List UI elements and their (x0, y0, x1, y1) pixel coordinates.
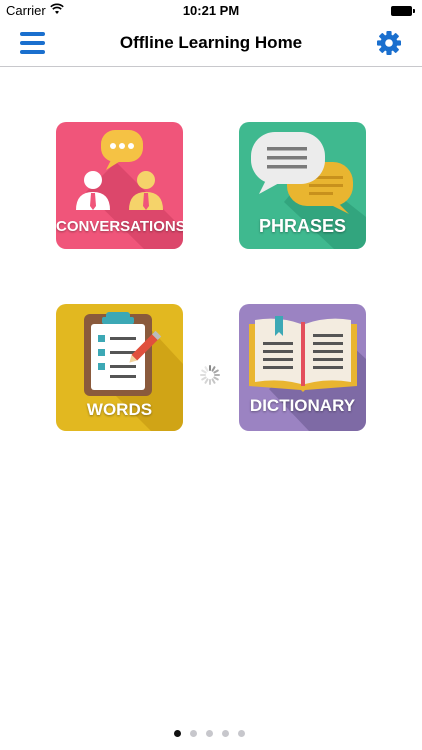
page-title: Offline Learning Home (119, 33, 303, 52)
dictionary-tile[interactable]: DICTIONARY (239, 304, 366, 431)
page-dot-5[interactable] (238, 730, 245, 737)
words-label: WORDS (86, 400, 153, 419)
status-time: 10:21 PM (182, 3, 240, 18)
conversations-label: CONVERSATIONS (56, 218, 183, 235)
dictionary-label: DICTIONARY (249, 396, 356, 415)
page-control[interactable] (174, 730, 254, 738)
phrases-label: PHRASES (258, 216, 347, 236)
phrases-tile[interactable]: PHRASES (239, 122, 366, 249)
page-dot-4[interactable] (222, 730, 229, 737)
battery-icon (391, 6, 415, 16)
conversations-tile[interactable]: CONVERSATIONS (56, 122, 183, 249)
page-dot-2[interactable] (190, 730, 197, 737)
gear-icon[interactable] (376, 30, 402, 56)
page-dot-3[interactable] (206, 730, 213, 737)
status-bar: Carrier 10:21 PM (0, 0, 422, 22)
spinner-icon (200, 365, 220, 385)
words-tile[interactable]: WORDS (56, 304, 183, 431)
hamburger-menu-icon[interactable] (20, 30, 46, 56)
nav-bar: Offline Learning Home (0, 22, 422, 67)
page-dot-1[interactable] (174, 730, 181, 737)
